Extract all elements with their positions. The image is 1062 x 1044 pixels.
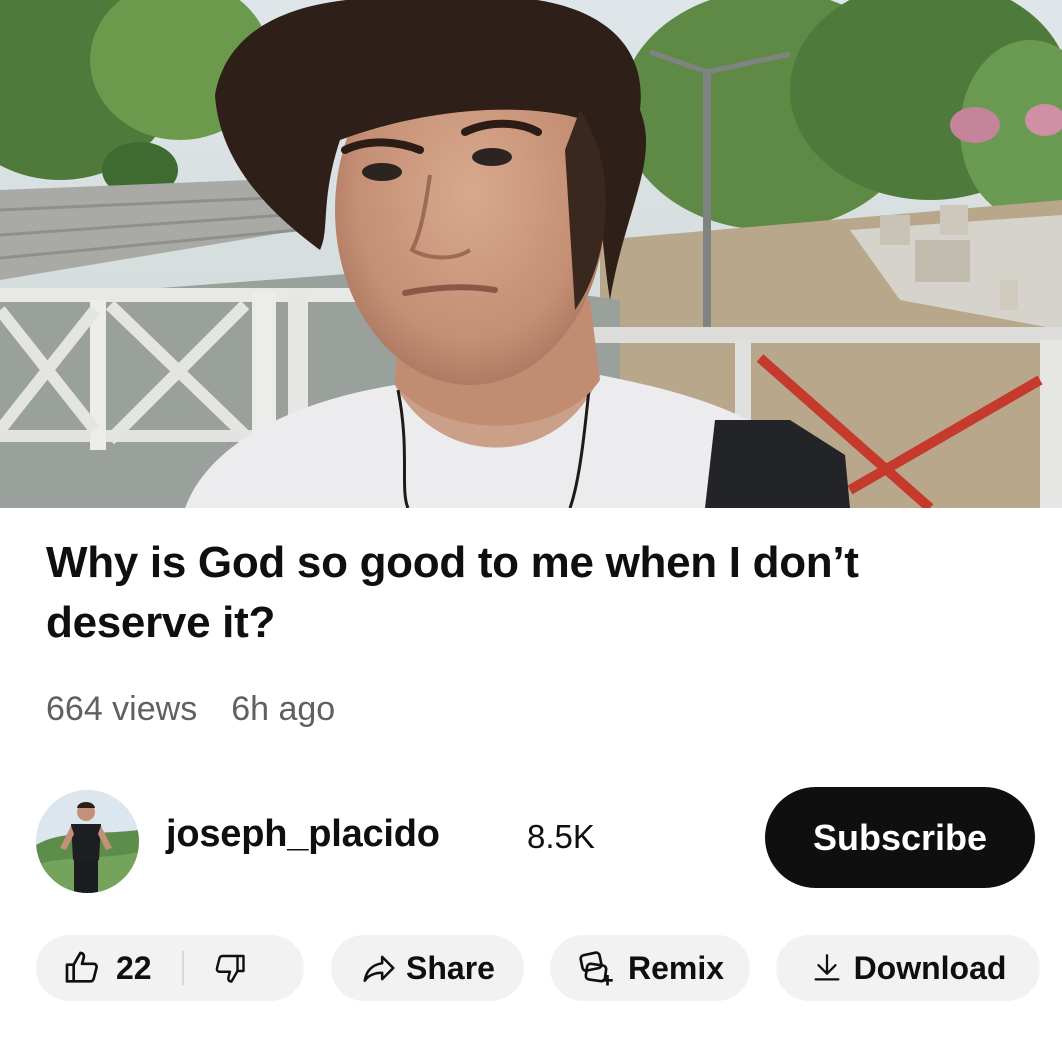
like-button[interactable]: 22 <box>36 935 152 1001</box>
share-arrow-icon <box>360 949 398 987</box>
video-player[interactable] <box>0 0 1062 508</box>
download-button[interactable]: Download <box>776 935 1040 1001</box>
remix-icon <box>576 947 618 989</box>
channel-avatar[interactable] <box>36 790 139 893</box>
channel-name[interactable]: joseph_placido <box>166 813 440 856</box>
video-meta: 664 views 6h ago <box>46 690 335 729</box>
video-frame <box>0 0 1062 508</box>
subscribe-button[interactable]: Subscribe <box>765 787 1035 888</box>
dislike-button[interactable] <box>212 935 248 1001</box>
like-divider <box>181 951 184 985</box>
download-label: Download <box>853 949 1007 986</box>
like-count: 22 <box>116 949 152 986</box>
view-count: 664 views <box>46 690 198 728</box>
remix-label: Remix <box>627 949 725 986</box>
thumbs-up-icon <box>62 948 102 988</box>
thumbs-down-icon <box>212 950 248 986</box>
share-button[interactable]: Share <box>331 935 524 1001</box>
subscriber-count: 8.5K <box>527 818 595 855</box>
download-icon <box>810 951 844 985</box>
like-dislike-bar: 22 <box>36 935 304 1001</box>
share-label: Share <box>406 949 495 986</box>
upload-age: 6h ago <box>231 690 336 728</box>
avatar-image <box>36 790 139 893</box>
video-title: Why is God so good to me when I don’t de… <box>46 538 859 647</box>
remix-button[interactable]: Remix <box>550 935 750 1001</box>
